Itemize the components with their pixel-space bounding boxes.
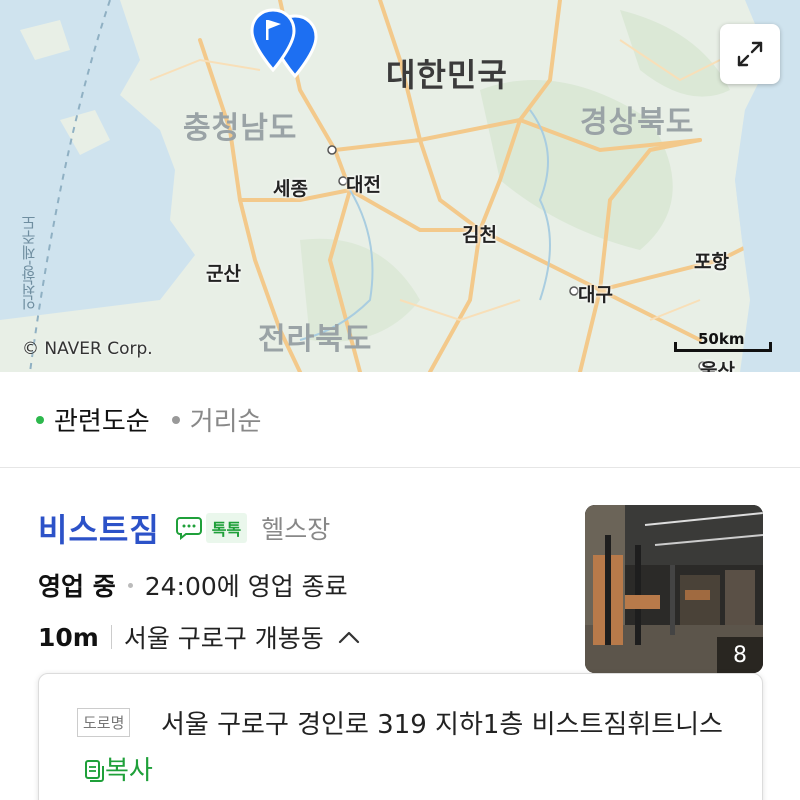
divider	[110, 625, 112, 649]
open-status: 영업 중	[38, 572, 116, 601]
map-province-label: 경상북도	[580, 105, 695, 140]
chevron-up-icon[interactable]	[338, 630, 360, 644]
map-scale-label: 50km	[698, 330, 745, 348]
address-full: 서울 구로구 경인로 319 지하1층 비스트짐휘트니스	[161, 710, 723, 740]
talktalk-label: 톡톡	[205, 513, 248, 543]
address-full-container: 서울 구로구 경인로 319 지하1층 비스트짐휘트니스 복사	[77, 702, 737, 798]
place-name-link[interactable]: 비스트짐	[38, 505, 160, 551]
place-result-card[interactable]: 비스트짐 톡톡 헬스장 영업 중 24:00에 영업 종료 10m 서울 구로구…	[0, 469, 800, 800]
inactive-dot-icon	[171, 415, 180, 424]
distance: 10m	[38, 622, 99, 652]
map-country-label: 대한민국	[386, 56, 508, 94]
place-category: 헬스장	[261, 515, 331, 544]
separator-dot	[127, 582, 133, 588]
closing-time: 24:00에 영업 종료	[144, 572, 348, 601]
address-short: 서울 구로구 개봉동	[123, 624, 324, 653]
chat-bubble-icon	[175, 517, 202, 540]
address-detail-box: 도로명 서울 구로구 경인로 319 지하1층 비스트짐휘트니스 복사	[38, 673, 763, 800]
sort-option-label: 거리순	[189, 407, 262, 437]
sort-option-distance[interactable]: 거리순	[171, 401, 262, 438]
map-province-label: 충청남도	[183, 111, 298, 146]
sort-option-relevance[interactable]: 관련도순	[36, 401, 150, 438]
map-province-label: 전라북도	[258, 322, 373, 357]
photo-count-badge: 8	[717, 637, 763, 673]
map-sea-route-label: 인천항-제주도	[20, 215, 38, 311]
map-city-label: 군산	[206, 263, 241, 285]
copy-address-button[interactable]: 복사	[83, 748, 153, 794]
expand-arrows-icon	[737, 41, 763, 67]
sort-bar: 관련도순 거리순	[0, 372, 800, 468]
map-city-label: 대전	[346, 174, 381, 196]
map-city-label: 포항	[694, 251, 729, 273]
place-photo-thumbnail[interactable]: 8	[585, 505, 763, 673]
copy-icon	[85, 760, 104, 782]
place-title-row: 비스트짐 톡톡 헬스장	[38, 505, 330, 551]
map-view[interactable]: 대한민국 충청남도 경상북도 전라북도 세종 대전 김천 포항 군산 대구 울산…	[0, 0, 800, 372]
map-city-label: 대구	[578, 284, 613, 306]
sort-option-label: 관련도순	[54, 407, 150, 437]
map-city-label: 세종	[273, 178, 308, 200]
talktalk-button[interactable]: 톡톡	[175, 513, 248, 543]
map-expand-button[interactable]	[720, 24, 780, 84]
copy-label: 복사	[105, 756, 153, 786]
active-dot-icon	[36, 415, 44, 424]
address-summary-row[interactable]: 10m 서울 구로구 개봉동	[38, 619, 360, 655]
map-scale-bar: 50km	[674, 330, 772, 354]
map-city-label: 김천	[462, 224, 497, 246]
map-copyright: © NAVER Corp.	[22, 339, 153, 359]
flag-pin-icon[interactable]	[250, 8, 296, 72]
business-hours-row: 영업 중 24:00에 영업 종료	[38, 567, 348, 603]
map-city-label: 울산	[700, 360, 735, 372]
